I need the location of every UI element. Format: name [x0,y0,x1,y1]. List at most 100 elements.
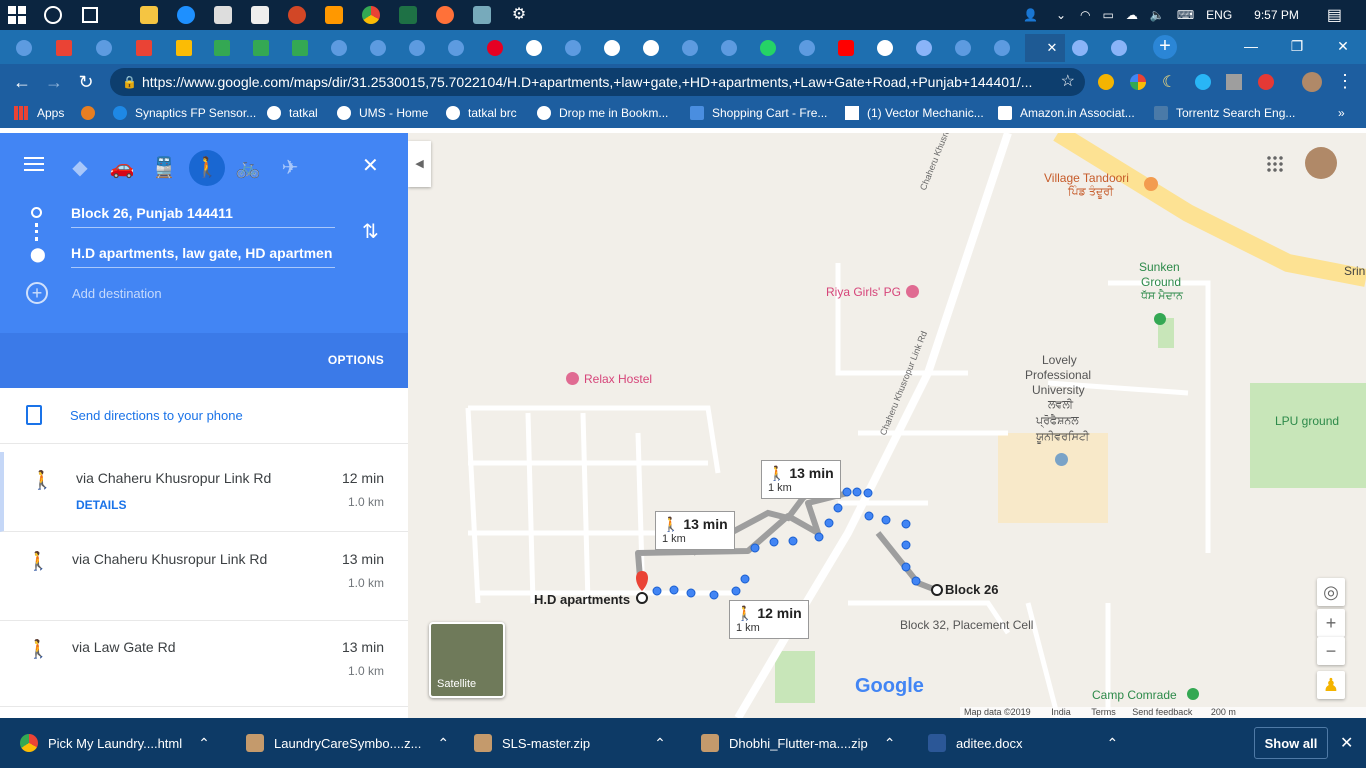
tab[interactable] [594,34,630,62]
show-all-button[interactable]: Show all [1254,727,1328,759]
windows-start-icon[interactable] [8,6,26,24]
hotel-pin-icon[interactable] [566,372,579,385]
extension-icon[interactable] [1098,74,1114,90]
tab[interactable] [555,34,591,62]
tab[interactable] [1101,34,1137,62]
chevron-up-icon[interactable]: ⌃ [437,735,449,752]
map-region[interactable]: India [1051,707,1071,717]
file-explorer-icon[interactable] [140,6,158,24]
avatar[interactable] [1305,147,1337,179]
transit-icon[interactable]: 🚆 [146,150,182,186]
minimize-button[interactable]: — [1228,30,1274,62]
chrome-icon[interactable] [362,6,380,24]
route-option[interactable]: 🚶 via Chaheru Khusropur Link Rd 12 min 1… [0,452,408,532]
tab[interactable] [282,34,318,62]
flight-icon[interactable]: ✈ [272,150,308,186]
mail-icon[interactable] [251,6,269,24]
park-pin-icon[interactable] [1154,313,1166,325]
chevron-up-icon[interactable]: ⌃ [198,735,210,752]
store-icon[interactable] [214,6,232,24]
add-destination-label[interactable]: Add destination [72,286,162,301]
bookmark[interactable]: tatkal brc [446,106,517,120]
tab[interactable] [1062,34,1098,62]
tab[interactable] [126,34,162,62]
car-icon[interactable]: 🚗 [104,150,140,186]
language-indicator[interactable]: ENG [1206,8,1232,22]
extension-icon[interactable] [1258,74,1274,90]
swap-icon[interactable]: ⇅ [362,219,379,244]
reload-icon[interactable]: ↻ [76,72,96,92]
zoom-in-button[interactable]: + [1317,609,1345,637]
people-icon[interactable]: 👤 [1023,8,1038,22]
settings-icon[interactable]: ⚙ [510,6,528,24]
cortana-icon[interactable] [44,6,62,24]
bookmark[interactable]: Amazon.in Associat... [998,106,1135,120]
menu-icon[interactable] [24,155,46,173]
terms-link[interactable]: Terms [1091,707,1116,717]
app-icon[interactable] [473,6,491,24]
map-canvas[interactable]: Village Tandoori ਪਿੰਡ ਤੰਦੂਰੀ Sunken Grou… [408,133,1366,718]
download-item[interactable]: SLS-master.zip ⌃ [474,718,666,768]
tab[interactable] [399,34,435,62]
route-details-link[interactable]: DETAILS [76,498,126,512]
walking-icon[interactable]: 🚶 [189,150,225,186]
sublime-icon[interactable] [325,6,343,24]
bookmark[interactable] [81,106,103,120]
map-label-origin[interactable]: Block 26 [945,582,998,597]
tab[interactable] [828,34,864,62]
task-view-icon[interactable] [82,7,98,23]
collapse-panel-button[interactable]: ◀ [408,141,431,187]
close-icon[interactable]: ✕ [1340,733,1353,753]
tab[interactable] [750,34,786,62]
extension-icon[interactable] [1226,74,1242,90]
origin-input[interactable]: Block 26, Punjab 144411 [71,205,335,228]
tab[interactable] [6,34,42,62]
satellite-toggle[interactable]: Satellite [429,622,505,698]
chevron-up-icon[interactable]: ⌃ [884,735,896,752]
tab[interactable] [633,34,669,62]
new-tab-button[interactable]: + [1153,35,1177,59]
tab[interactable] [867,34,903,62]
chevron-up-icon[interactable]: ⌄ [1056,8,1066,22]
destination-input[interactable]: H.D apartments, law gate, HD apartmen [71,245,335,268]
tab[interactable] [360,34,396,62]
star-icon[interactable]: ☆ [1061,68,1075,96]
tab[interactable] [477,34,513,62]
tab[interactable] [438,34,474,62]
tab[interactable] [789,34,825,62]
keyboard-icon[interactable]: ⌨ [1177,8,1194,22]
route-option[interactable]: 🚶 via Chaheru Khusropur Link Rd 13 min 1… [0,533,408,621]
close-icon[interactable]: ✕ [1047,40,1058,56]
apps-grid-icon[interactable] [1266,155,1284,173]
restore-button[interactable]: ❐ [1274,30,1320,62]
tab[interactable] [86,34,122,62]
zoom-out-button[interactable]: − [1317,637,1345,665]
tab[interactable] [945,34,981,62]
chevron-up-icon[interactable]: ⌃ [1107,735,1119,752]
network-icon[interactable]: ☁ [1126,8,1138,22]
download-item[interactable]: Dhobhi_Flutter-ma....zip ⌃ [701,718,895,768]
route-option[interactable]: 🚶 via Law Gate Rd 13 min 1.0 km [0,621,408,707]
tab-active-maps[interactable]: ✕ [1025,34,1065,62]
tab[interactable] [243,34,279,62]
park-pin-icon[interactable] [1187,688,1199,700]
more-menu-icon[interactable]: ⋮ [1336,71,1354,92]
extension-icon[interactable] [1195,74,1211,90]
extension-icon[interactable] [1130,74,1146,90]
more-bookmarks-icon[interactable]: » [1338,106,1345,120]
clock[interactable]: 9:57 PM [1254,8,1299,22]
tab[interactable] [166,34,202,62]
tab[interactable] [46,34,82,62]
route-callout[interactable]: 🚶 13 min 1 km [761,460,841,499]
university-pin-icon[interactable] [1055,453,1068,466]
send-to-phone[interactable]: Send directions to your phone [0,388,408,444]
bicycle-icon[interactable]: 🚲 [230,150,266,186]
my-location-button[interactable]: ◎ [1317,578,1345,606]
tab[interactable] [711,34,747,62]
download-item[interactable]: Pick My Laundry....html ⌃ [20,718,210,768]
bookmark-apps[interactable]: Apps [14,106,64,120]
excel-icon[interactable] [399,6,417,24]
powerpoint-icon[interactable] [288,6,306,24]
add-destination-icon[interactable]: + [26,282,48,304]
wifi-icon[interactable]: ◠ [1080,8,1090,22]
